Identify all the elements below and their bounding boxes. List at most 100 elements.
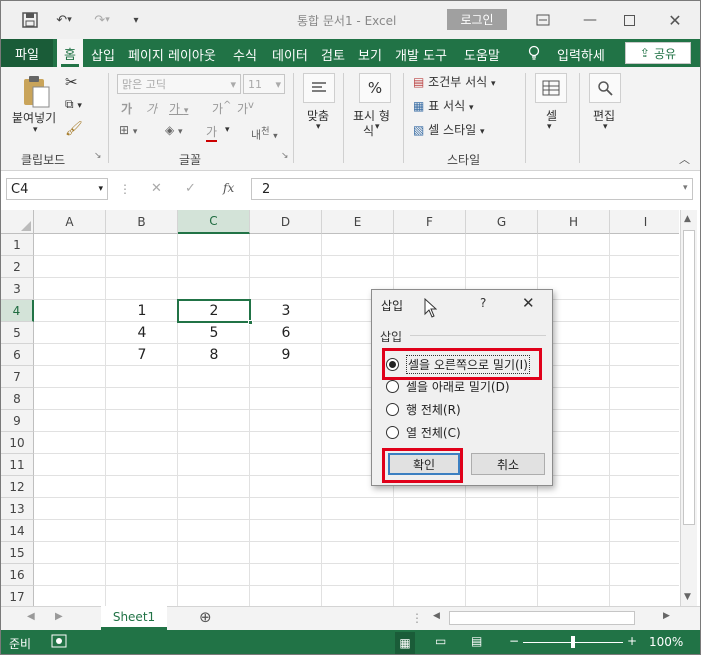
next-sheet-icon[interactable]: ▶ — [55, 611, 63, 622]
paste-dropdown-icon[interactable]: ▾ — [33, 125, 38, 135]
name-box[interactable]: C4 ▾ — [6, 178, 108, 200]
cell-c5[interactable]: 5 — [178, 322, 250, 344]
login-button[interactable]: 로그인 — [447, 9, 507, 30]
cut-icon[interactable]: ✂ — [65, 73, 78, 91]
radio-icon[interactable] — [386, 403, 399, 416]
row-header-13[interactable]: 13 — [1, 498, 34, 520]
column-header-f[interactable]: F — [394, 210, 466, 234]
tab-developer[interactable]: 개발 도구 — [395, 45, 447, 64]
row-header-11[interactable]: 11 — [1, 454, 34, 476]
chevron-down-icon[interactable]: ▾ — [375, 122, 380, 132]
macro-record-icon[interactable] — [51, 634, 67, 651]
cell-b4[interactable]: 1 — [106, 300, 178, 322]
row-header-5[interactable]: 5 — [1, 322, 34, 344]
tab-formulas[interactable]: 수식 — [233, 45, 257, 64]
customize-toolbar-icon[interactable]: ▾ — [129, 10, 143, 30]
page-layout-view-icon[interactable]: ▭ — [435, 634, 446, 648]
italic-icon[interactable]: 가 — [146, 100, 157, 117]
zoom-out-icon[interactable]: − — [509, 634, 519, 648]
row-header-10[interactable]: 10 — [1, 432, 34, 454]
column-header-g[interactable]: G — [466, 210, 538, 234]
row-header-6[interactable]: 6 — [1, 344, 34, 366]
page-break-view-icon[interactable]: ▤ — [471, 634, 482, 648]
row-header-14[interactable]: 14 — [1, 520, 34, 542]
option-shift-down[interactable]: 셀을 아래로 밀기(D) — [386, 378, 510, 395]
dialog-help-button[interactable]: ? — [480, 296, 486, 310]
shrink-font-icon[interactable]: 가v — [237, 100, 254, 117]
bold-icon[interactable]: 가 — [121, 100, 132, 117]
font-launcher-icon[interactable]: ↘ — [281, 151, 289, 161]
cells-icon[interactable] — [535, 73, 567, 103]
tab-file[interactable]: 파일 — [1, 39, 53, 67]
font-color-icon[interactable]: 가 — [206, 123, 218, 142]
vertical-scroll-thumb[interactable] — [683, 230, 695, 525]
prev-sheet-icon[interactable]: ◀ — [27, 611, 35, 622]
number-format-label-2[interactable]: 식 — [363, 122, 374, 139]
confirm-entry-icon[interactable]: ✓ — [185, 181, 196, 196]
font-size-dropdown[interactable]: 11 ▾ — [243, 74, 285, 94]
phonetic-guide-icon[interactable]: 내천 ▾ — [251, 123, 278, 143]
cell-d5[interactable]: 6 — [250, 322, 322, 344]
tab-insert[interactable]: 삽입 — [91, 45, 115, 64]
cancel-button[interactable]: 취소 — [471, 453, 545, 475]
tab-view[interactable]: 보기 — [358, 45, 382, 64]
option-entire-column[interactable]: 열 전체(C) — [386, 424, 461, 441]
fill-color-icon[interactable]: ◈ ▾ — [165, 123, 183, 137]
row-header-1[interactable]: 1 — [1, 234, 34, 256]
cell-styles-button[interactable]: ▧ 셀 스타일 ▾ — [413, 121, 485, 138]
scroll-up-icon[interactable]: ▲ — [684, 214, 691, 224]
tab-review[interactable]: 검토 — [321, 45, 345, 64]
lightbulb-icon[interactable] — [528, 45, 540, 64]
search-icon[interactable] — [589, 73, 621, 103]
close-icon[interactable]: ✕ — [522, 294, 535, 312]
tab-home[interactable]: 홈 — [57, 39, 83, 67]
cell-b5[interactable]: 4 — [106, 322, 178, 344]
row-header-3[interactable]: 3 — [1, 278, 34, 300]
horizontal-scroll-thumb[interactable] — [449, 611, 635, 625]
zoom-in-icon[interactable]: + — [627, 634, 637, 648]
tab-page-layout[interactable]: 페이지 레이아웃 — [128, 45, 216, 64]
tell-me-search[interactable]: 입력하세 — [557, 45, 605, 64]
chevron-down-icon[interactable]: ▾ — [316, 122, 321, 132]
format-as-table-button[interactable]: ▦ 표 서식 ▾ — [413, 97, 473, 114]
save-icon[interactable] — [21, 10, 39, 30]
worksheet-grid[interactable]: ABCDEFGHI 1 2 3 4 5 6 7 8 9 10 11 12 13 14 15 16 17 1234… — [1, 210, 679, 606]
column-header-i[interactable]: I — [610, 210, 679, 234]
tab-help[interactable]: 도움말 — [464, 45, 500, 64]
number-format-icon[interactable]: % — [359, 73, 391, 103]
scroll-left-icon[interactable]: ◀ — [433, 611, 440, 621]
row-header-2[interactable]: 2 — [1, 256, 34, 278]
insert-function-icon[interactable]: fx — [223, 181, 234, 195]
cell-area[interactable]: 123456789 — [34, 234, 679, 606]
radio-icon[interactable] — [386, 380, 399, 393]
tab-split-icon[interactable]: ⋮ — [411, 611, 423, 625]
zoom-level[interactable]: 100% — [649, 635, 683, 649]
row-header-12[interactable]: 12 — [1, 476, 34, 498]
cell-c6[interactable]: 8 — [178, 344, 250, 366]
chevron-down-icon[interactable]: ▾ — [603, 122, 608, 132]
tab-data[interactable]: 데이터 — [272, 45, 308, 64]
paste-icon[interactable] — [21, 75, 51, 112]
font-name-dropdown[interactable]: 맑은 고딕 ▾ — [117, 74, 241, 94]
column-header-b[interactable]: B — [106, 210, 178, 234]
radio-icon[interactable] — [386, 426, 399, 439]
share-button[interactable]: ⇪ 공유 — [625, 42, 691, 64]
vertical-scrollbar[interactable]: ▲ ▼ — [680, 210, 697, 606]
grow-font-icon[interactable]: 가^ — [212, 100, 231, 117]
row-header-4[interactable]: 4 — [1, 300, 34, 322]
maximize-icon[interactable] — [618, 9, 640, 31]
add-sheet-icon[interactable]: ⊕ — [199, 608, 212, 626]
cell-d4[interactable]: 3 — [250, 300, 322, 322]
column-header-e[interactable]: E — [322, 210, 394, 234]
cancel-entry-icon[interactable]: ✕ — [151, 181, 162, 196]
copy-icon[interactable]: ⧉ ▾ — [65, 97, 82, 112]
column-header-c[interactable]: C — [178, 210, 250, 234]
expand-formula-bar-icon[interactable]: ▾ — [683, 183, 688, 193]
option-entire-row[interactable]: 행 전체(R) — [386, 401, 461, 418]
scroll-right-icon[interactable]: ▶ — [663, 611, 670, 621]
underline-icon[interactable]: 가 ▾ — [169, 100, 188, 117]
row-header-17[interactable]: 17 — [1, 586, 34, 606]
column-header-a[interactable]: A — [34, 210, 106, 234]
zoom-slider-thumb[interactable] — [571, 636, 575, 648]
borders-icon[interactable]: ⊞ ▾ — [119, 123, 137, 137]
